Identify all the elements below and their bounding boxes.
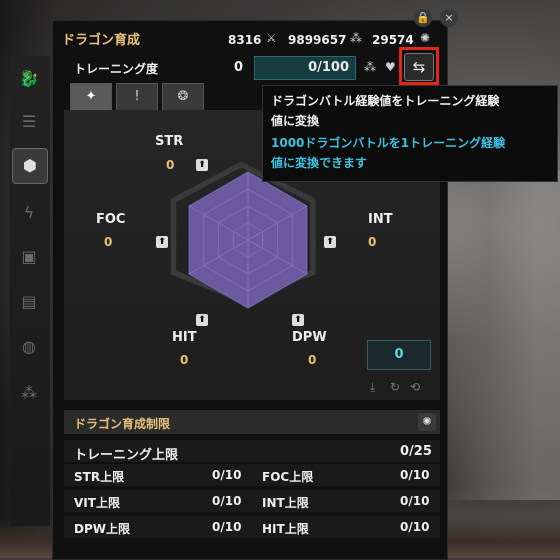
stat-hit-label: HIT	[172, 330, 197, 345]
training-limit-label: トレーニング上限	[74, 448, 179, 463]
download-icon[interactable]: ⤓	[370, 380, 375, 395]
book-icon[interactable]: ▤	[12, 285, 46, 319]
training-progress-text: 0/100	[308, 60, 349, 75]
orb-icon[interactable]: ◍	[12, 330, 46, 364]
limit-value: 0/10	[212, 494, 242, 508]
crossed-swords-icon: ⚔	[266, 31, 277, 45]
tooltip: ドラゴンバトル経験値をトレーニング経験 値に変換 1000ドラゴンバトルを1トレ…	[262, 85, 558, 182]
radar-chart	[170, 161, 316, 309]
limit-row: DPW上限 0/10 HIT上限 0/10	[64, 516, 440, 538]
stat-str-up-icon[interactable]: ⬆	[196, 159, 208, 171]
currency-value: 9899657	[288, 33, 347, 47]
training-label: トレーニング度	[74, 62, 159, 76]
stat-foc-value: 0	[104, 235, 113, 249]
limit-row: VIT上限 0/10 INT上限 0/10	[64, 490, 440, 512]
heart-icon: ♥	[385, 60, 396, 74]
limit-label: HIT上限	[262, 522, 309, 536]
stat-foc-up-icon[interactable]: ⬆	[156, 236, 168, 248]
limit-label: STR上限	[74, 470, 125, 484]
tab-alert[interactable]: !	[116, 83, 158, 110]
gear-icon[interactable]: ✺	[418, 413, 436, 431]
limit-value: 0/10	[400, 468, 430, 482]
tooltip-line: 値に変換	[271, 114, 320, 128]
limit-value: 0/10	[212, 520, 242, 534]
reset-icon[interactable]: ↻	[390, 380, 400, 394]
stat-str-value: 0	[166, 158, 175, 172]
tab-dragon[interactable]: ❂	[162, 83, 204, 110]
limit-row: STR上限 0/10 FOC上限 0/10	[64, 464, 440, 486]
training-progress-bar: 0/100	[254, 56, 356, 80]
currency-value: 8316	[228, 33, 262, 47]
stat-dpw-up-icon[interactable]: ⬆	[292, 314, 304, 326]
stat-str-label: STR	[155, 134, 184, 149]
compass-icon: ✦	[85, 89, 97, 104]
cluster-icon: ⁂	[364, 60, 376, 74]
stat-points-value: 0	[394, 347, 404, 362]
stat-dpw-label: DPW	[292, 330, 327, 345]
stat-points-box: 0	[367, 340, 431, 370]
lock-icon[interactable]: 🔒	[414, 9, 432, 27]
tab-compass[interactable]: ✦	[70, 83, 112, 110]
highlight-frame	[399, 47, 439, 85]
dragon-head-icon[interactable]: 🐉	[12, 62, 46, 96]
tooltip-line: 値に変換できます	[271, 156, 368, 170]
lightning-icon[interactable]: ϟ	[12, 196, 46, 230]
limit-value: 0/10	[212, 468, 242, 482]
dragon-icon: ❂	[177, 89, 189, 104]
currency-value: 29574	[372, 33, 414, 47]
tooltip-line: 1000ドラゴンバトルを1トレーニング経験	[271, 136, 506, 150]
hexagon-emblem-icon[interactable]: ⬢	[12, 148, 48, 184]
tooltip-line: ドラゴンバトル経験値をトレーニング経験	[271, 94, 500, 108]
limit-label: DPW上限	[74, 522, 130, 536]
stat-int-label: INT	[368, 212, 393, 227]
limit-label: VIT上限	[74, 496, 120, 510]
limit-label: INT上限	[262, 496, 309, 510]
training-limit-value: 0/25	[400, 444, 432, 459]
limit-value: 0/10	[400, 494, 430, 508]
stat-int-up-icon[interactable]: ⬆	[324, 236, 336, 248]
training-level: 0	[234, 60, 244, 75]
nodes-icon[interactable]: ⁂	[12, 376, 46, 410]
limit-row: トレーニング上限 0/25	[64, 440, 440, 463]
background-rock	[440, 170, 560, 500]
window-title: ドラゴン育成	[62, 33, 141, 48]
alert-icon: !	[134, 89, 140, 104]
limits-header: ドラゴン育成制限 ✺	[64, 410, 440, 434]
refresh-icon[interactable]: ⟲	[410, 380, 420, 394]
stat-hit-value: 0	[180, 353, 189, 367]
stat-foc-label: FOC	[96, 212, 126, 227]
stat-dpw-value: 0	[308, 353, 317, 367]
cluster-icon: ⁂	[350, 31, 362, 45]
limits-title: ドラゴン育成制限	[74, 417, 171, 431]
limit-label: FOC上限	[262, 470, 314, 484]
stat-hit-up-icon[interactable]: ⬆	[196, 314, 208, 326]
close-button[interactable]: ×	[440, 9, 458, 27]
gear-icon: ✺	[420, 31, 431, 45]
stat-int-value: 0	[368, 235, 377, 249]
list-icon[interactable]: ☰	[12, 105, 46, 139]
bag-icon[interactable]: ▣	[12, 240, 46, 274]
limit-value: 0/10	[400, 520, 430, 534]
